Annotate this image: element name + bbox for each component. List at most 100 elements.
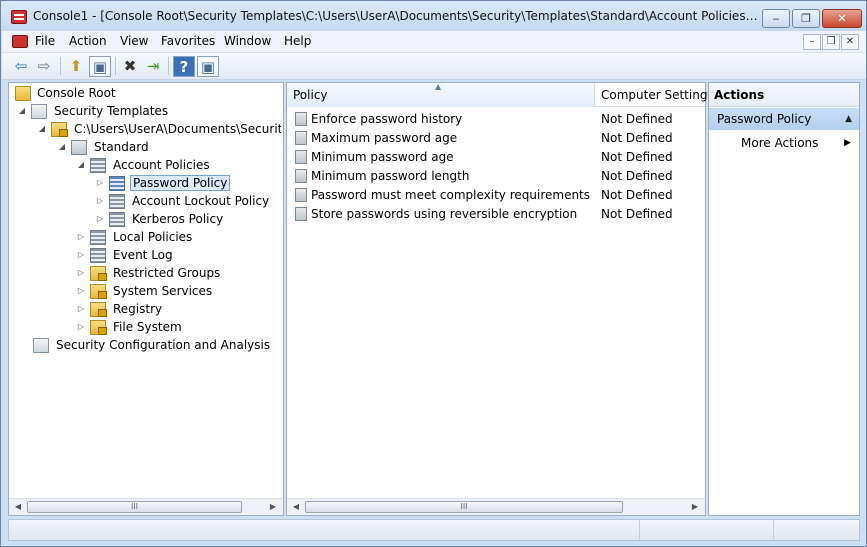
list-item[interactable]: Minimum password length Not Defined bbox=[287, 167, 705, 186]
expanded-icon[interactable]: ◢ bbox=[37, 124, 47, 134]
scroll-right-icon[interactable]: ▶ bbox=[689, 502, 701, 511]
list-horizontal-scrollbar[interactable]: ◀ III ▶ bbox=[287, 498, 705, 515]
console-tree[interactable]: Console Root ◢ Security Templates ◢ C:\U… bbox=[8, 82, 284, 516]
expanded-icon[interactable]: ◢ bbox=[76, 160, 86, 170]
tree-node-label: Account Lockout Policy bbox=[132, 194, 270, 208]
show-hide-tree-icon[interactable]: ▣ bbox=[89, 56, 111, 77]
collapsed-icon[interactable]: ▷ bbox=[95, 178, 105, 188]
show-hide-action-pane-icon[interactable]: ▣ bbox=[197, 56, 219, 77]
child-close-button[interactable]: ✕ bbox=[841, 34, 859, 50]
collapsed-icon[interactable]: ▷ bbox=[76, 304, 86, 314]
menu-help[interactable]: Help bbox=[284, 34, 311, 48]
up-one-level-icon[interactable]: ⬆ bbox=[65, 56, 87, 77]
policy-name: Maximum password age bbox=[311, 131, 458, 145]
column-header-label: Computer Setting bbox=[601, 88, 708, 102]
security-analysis-icon bbox=[33, 338, 49, 353]
tree-node-template-path[interactable]: ◢ C:\Users\UserA\Documents\Security\Temp… bbox=[37, 121, 281, 139]
tree-node-standard[interactable]: ◢ Standard bbox=[57, 139, 281, 157]
list-item[interactable]: Store passwords using reversible encrypt… bbox=[287, 205, 705, 224]
maximize-button[interactable]: ❐ bbox=[792, 9, 820, 28]
expanded-icon[interactable]: ◢ bbox=[17, 106, 27, 116]
window-title: Console1 - [Console Root\Security Templa… bbox=[33, 9, 758, 23]
forward-arrow-icon[interactable]: ⇨ bbox=[33, 56, 55, 77]
tree-node-label: Registry bbox=[113, 302, 163, 316]
scroll-right-icon[interactable]: ▶ bbox=[267, 502, 279, 511]
document-icon[interactable] bbox=[12, 35, 28, 48]
tree-node-account-policies[interactable]: ◢ Account Policies bbox=[76, 157, 281, 175]
child-restore-button[interactable]: ❐ bbox=[822, 34, 840, 50]
template-icon bbox=[71, 140, 87, 155]
policy-setting-value: Not Defined bbox=[601, 207, 673, 221]
menu-action[interactable]: Action bbox=[69, 34, 107, 48]
list-item[interactable]: Minimum password age Not Defined bbox=[287, 148, 705, 167]
actions-section-password-policy[interactable]: Password Policy ▲ bbox=[709, 108, 859, 130]
tree-node-security-templates[interactable]: ◢ Security Templates bbox=[17, 103, 281, 121]
menu-favorites[interactable]: Favorites bbox=[161, 34, 215, 48]
tree-node-registry[interactable]: ▷ Registry bbox=[76, 301, 281, 319]
more-actions-item[interactable]: More Actions ▶ bbox=[709, 133, 859, 153]
list-item[interactable]: Password must meet complexity requiremen… bbox=[287, 186, 705, 205]
tree-node-label: Account Policies bbox=[113, 158, 210, 172]
child-minimize-button[interactable]: – bbox=[803, 34, 821, 50]
scroll-left-icon[interactable]: ◀ bbox=[12, 502, 24, 511]
toolbar: ⇦ ⇨ ⬆ ▣ ✖ ⇥ ? ▣ bbox=[2, 53, 866, 80]
back-arrow-icon[interactable]: ⇦ bbox=[10, 56, 32, 77]
collapsed-icon[interactable]: ▷ bbox=[76, 250, 86, 260]
policy-name: Minimum password age bbox=[311, 150, 454, 164]
tree-node-account-lockout-policy[interactable]: ▷ Account Lockout Policy bbox=[95, 193, 281, 211]
collapsed-icon[interactable]: ▷ bbox=[95, 214, 105, 224]
collapse-section-icon[interactable]: ▲ bbox=[845, 108, 852, 130]
mmc-window: Console1 - [Console Root\Security Templa… bbox=[0, 0, 867, 547]
scroll-thumb[interactable]: III bbox=[27, 501, 242, 513]
column-header-policy[interactable]: ▲ Policy bbox=[287, 82, 595, 107]
title-bar[interactable]: Console1 - [Console Root\Security Templa… bbox=[1, 1, 866, 31]
locked-folder-icon bbox=[90, 284, 107, 299]
tree-node-label: Security Templates bbox=[54, 104, 169, 118]
tree-node-kerberos-policy[interactable]: ▷ Kerberos Policy bbox=[95, 211, 281, 229]
locked-folder-icon bbox=[51, 122, 68, 137]
collapsed-icon[interactable]: ▷ bbox=[95, 196, 105, 206]
collapsed-icon[interactable]: ▷ bbox=[76, 232, 86, 242]
tree-node-file-system[interactable]: ▷ File System bbox=[76, 319, 281, 337]
minimize-button[interactable]: ‒ bbox=[762, 9, 790, 28]
tree-node-label: C:\Users\UserA\Documents\Security\Templa… bbox=[74, 122, 281, 136]
tree-node-label: Restricted Groups bbox=[113, 266, 221, 280]
menu-file[interactable]: File bbox=[35, 34, 55, 48]
help-icon[interactable]: ? bbox=[173, 56, 195, 77]
tree-node-system-services[interactable]: ▷ System Services bbox=[76, 283, 281, 301]
folder-icon bbox=[15, 86, 31, 101]
list-item[interactable]: Enforce password history Not Defined bbox=[287, 110, 705, 129]
tree-node-restricted-groups[interactable]: ▷ Restricted Groups bbox=[76, 265, 281, 283]
tree-node-label: Console Root bbox=[37, 86, 116, 100]
close-button[interactable]: ✕ bbox=[822, 9, 862, 28]
tree-horizontal-scrollbar[interactable]: ◀ III ▶ bbox=[9, 498, 283, 515]
delete-icon[interactable]: ✖ bbox=[119, 56, 141, 77]
list-item[interactable]: Maximum password age Not Defined bbox=[287, 129, 705, 148]
more-actions-label: More Actions bbox=[741, 136, 819, 150]
policy-setting-icon bbox=[295, 188, 307, 202]
tree-node-console-root[interactable]: Console Root bbox=[11, 85, 281, 103]
collapsed-icon[interactable]: ▷ bbox=[76, 322, 86, 332]
policy-setting-value: Not Defined bbox=[601, 131, 673, 145]
scroll-left-icon[interactable]: ◀ bbox=[290, 502, 302, 511]
tree-node-event-log[interactable]: ▷ Event Log bbox=[76, 247, 281, 265]
toolbar-separator bbox=[115, 57, 116, 75]
scroll-thumb[interactable]: III bbox=[305, 501, 623, 513]
policy-setting-icon bbox=[295, 112, 307, 126]
tree-node-password-policy[interactable]: ▷ Password Policy bbox=[95, 175, 281, 193]
actions-pane: Actions Password Policy ▲ More Actions ▶ bbox=[708, 82, 860, 516]
menu-window[interactable]: Window bbox=[224, 34, 271, 48]
status-bar bbox=[8, 519, 860, 541]
export-list-icon[interactable]: ⇥ bbox=[142, 56, 164, 77]
collapsed-icon[interactable]: ▷ bbox=[76, 268, 86, 278]
tree-node-local-policies[interactable]: ▷ Local Policies bbox=[76, 229, 281, 247]
policy-list[interactable]: ▲ Policy Computer Setting Enforce passwo… bbox=[286, 82, 708, 516]
expanded-icon[interactable]: ◢ bbox=[57, 142, 67, 152]
column-header-computer-setting[interactable]: Computer Setting bbox=[595, 83, 708, 107]
mmc-app-icon[interactable] bbox=[11, 10, 27, 24]
collapsed-icon[interactable]: ▷ bbox=[76, 286, 86, 296]
tree-node-label: Event Log bbox=[113, 248, 173, 262]
policy-icon bbox=[109, 212, 125, 227]
menu-view[interactable]: View bbox=[120, 34, 148, 48]
tree-node-security-configuration-analysis[interactable]: Security Configuration and Analysis bbox=[19, 337, 281, 355]
